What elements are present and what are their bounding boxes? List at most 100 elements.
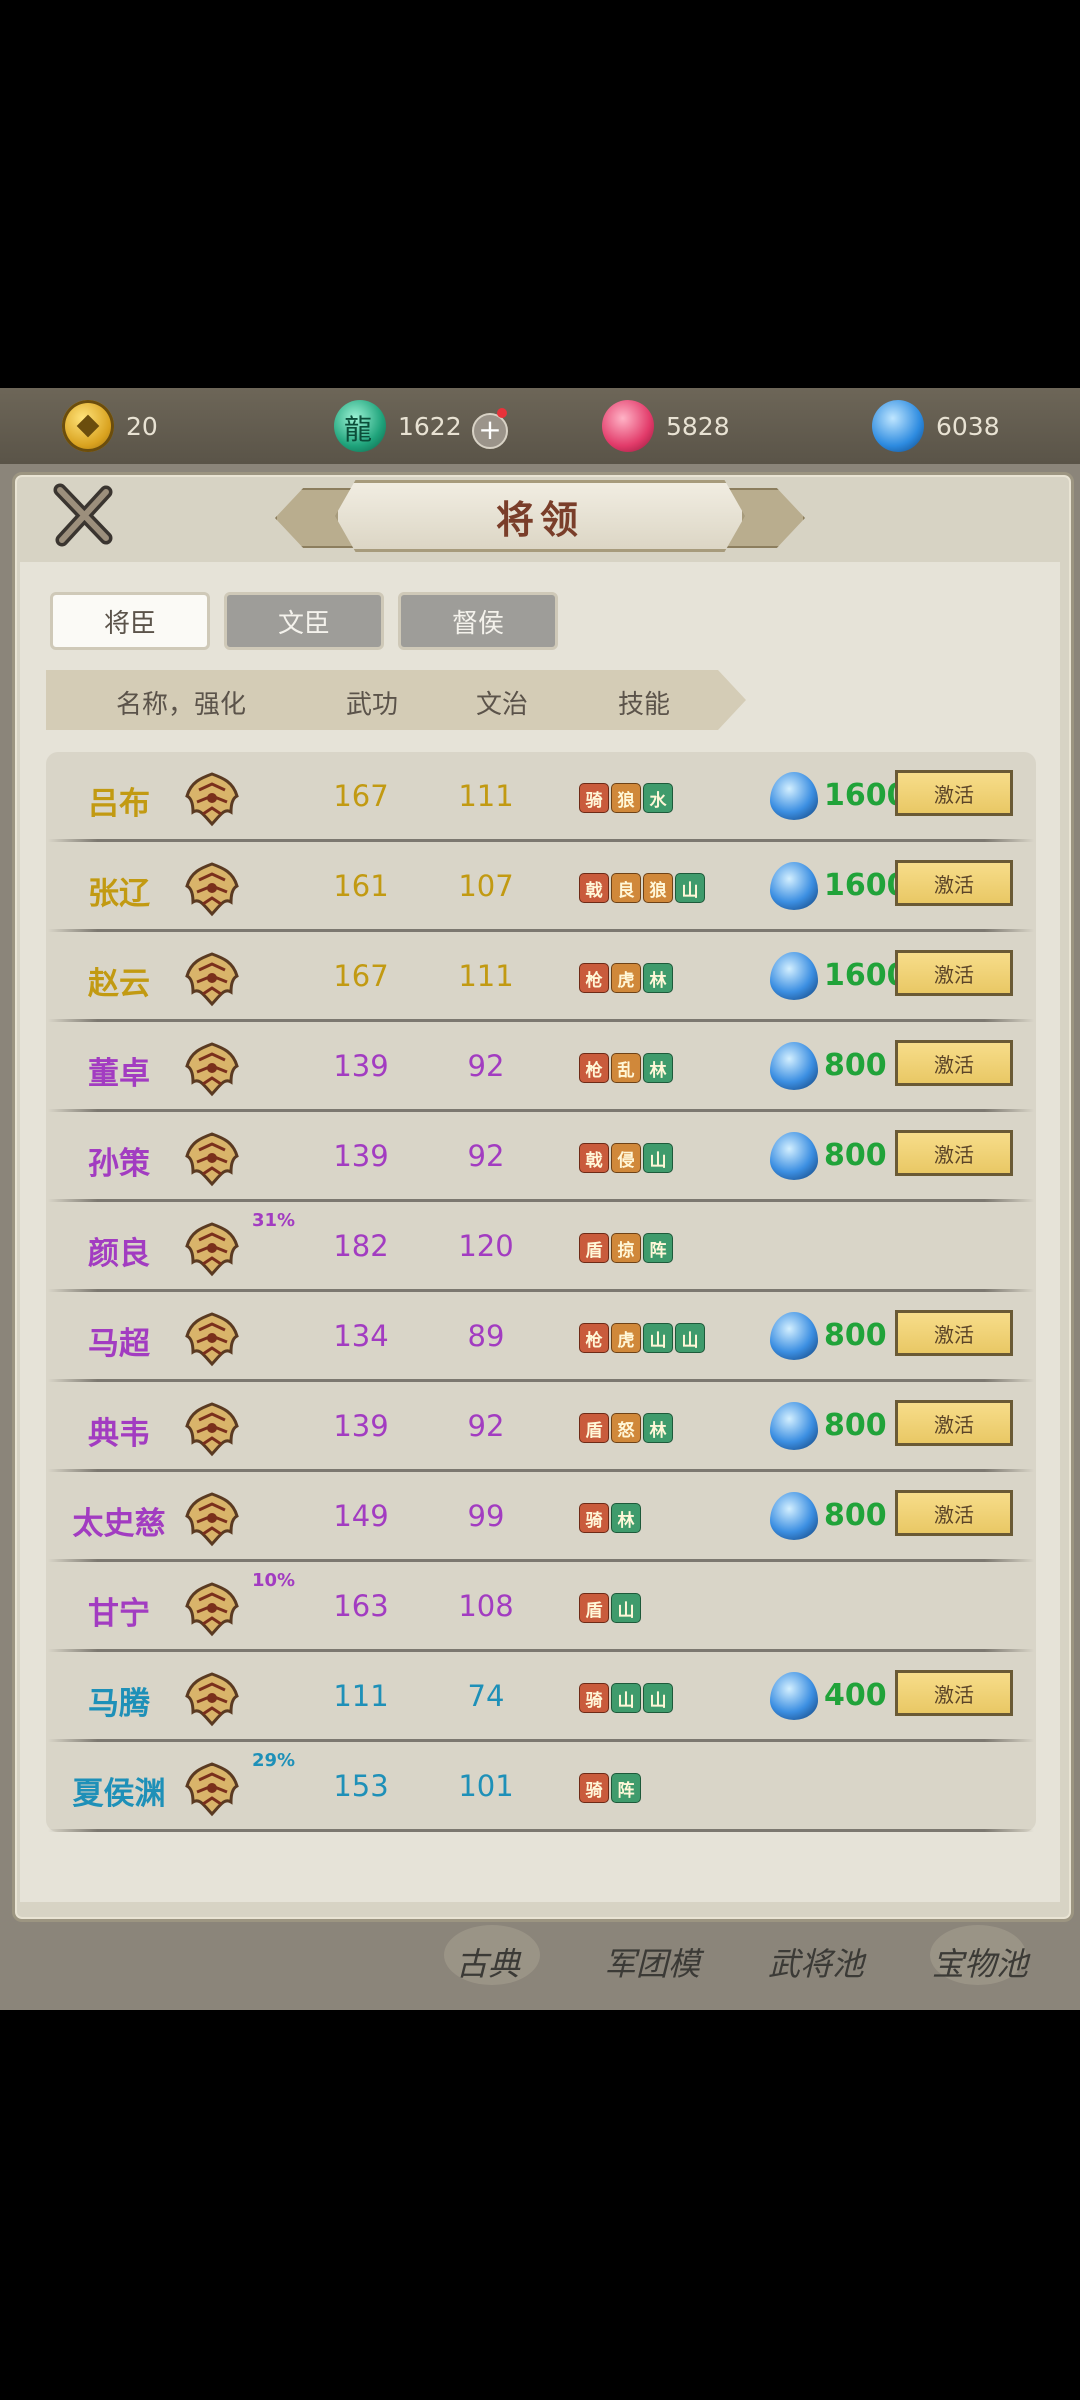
strengthen-emblem-icon [185,1222,239,1277]
wen-value: 92 [467,1409,505,1443]
blue-orb-icon [770,772,818,820]
skill-icon[interactable]: 骑 [579,1773,609,1803]
activation-cost: 800 [824,1138,887,1173]
general-row[interactable]: 颜良 31% 182 120 盾掠阵 [46,1202,1036,1292]
skill-icon[interactable]: 枪 [579,1053,609,1083]
general-name: 太史慈 [72,1506,166,1542]
general-row[interactable]: 马超 134 89 枪虎山山 800 激活 [46,1292,1036,1382]
activate-button[interactable]: 激活 [895,950,1013,996]
wu-value: 153 [333,1769,389,1803]
general-row[interactable]: 夏侯渊 29% 153 101 骑阵 [46,1742,1036,1832]
skill-icon[interactable]: 山 [611,1683,641,1713]
activate-button[interactable]: 激活 [895,1310,1013,1356]
skill-icon[interactable]: 盾 [579,1593,609,1623]
skill-icon[interactable]: 枪 [579,963,609,993]
skill-icon[interactable]: 阵 [643,1233,673,1263]
skill-icon[interactable]: 林 [643,1413,673,1443]
strengthen-percent: 10% [252,1570,296,1591]
skill-icon[interactable]: 山 [643,1683,673,1713]
skill-icon[interactable]: 盾 [579,1413,609,1443]
skill-icon[interactable]: 狼 [643,873,673,903]
activation-cost: 400 [824,1678,887,1713]
activation-cost: 800 [824,1048,887,1083]
activate-button[interactable]: 激活 [895,1400,1013,1446]
activate-button[interactable]: 激活 [895,1670,1013,1716]
skill-icons: 骑林 [579,1503,641,1533]
skill-icon[interactable]: 侵 [611,1143,641,1173]
skill-icon[interactable]: 林 [611,1503,641,1533]
wu-value: 149 [333,1499,389,1533]
blue-orb-icon [770,1132,818,1180]
wen-value: 92 [467,1139,505,1173]
wen-value: 111 [458,779,514,813]
tab-ministers[interactable]: 文臣 [224,592,384,650]
tab-governors[interactable]: 督侯 [398,592,558,650]
jade-resource: 1622 [334,400,462,452]
skill-icon[interactable]: 林 [643,1053,673,1083]
activate-button[interactable]: 激活 [895,1040,1013,1086]
skill-icon[interactable]: 山 [675,873,705,903]
close-icon[interactable] [50,482,116,548]
skill-icon[interactable]: 骑 [579,1503,609,1533]
activate-button[interactable]: 激活 [895,770,1013,816]
wu-value: 182 [333,1229,389,1263]
skill-icon[interactable]: 狼 [611,783,641,813]
nav-item-general-pool[interactable]: 武将池 [768,1939,864,1985]
header-name: 名称，强化 [116,690,247,720]
strengthen-emblem-icon [185,1312,239,1367]
skill-icons: 枪乱林 [579,1053,673,1083]
skill-icons: 骑山山 [579,1683,673,1713]
skill-icon[interactable]: 山 [675,1323,705,1353]
general-row[interactable]: 董卓 139 92 枪乱林 800 激活 [46,1022,1036,1112]
general-row[interactable]: 赵云 167 111 枪虎林 1600 激活 [46,932,1036,1022]
strengthen-emblem-icon [185,1672,239,1727]
wu-value: 111 [333,1679,389,1713]
skill-icon[interactable]: 戟 [579,1143,609,1173]
nav-item-classic[interactable]: 古典 [456,1939,520,1985]
add-jade-button[interactable]: + [472,413,508,449]
general-row[interactable]: 孙策 139 92 戟侵山 800 激活 [46,1112,1036,1202]
wu-value: 139 [333,1409,389,1443]
wu-value: 167 [333,779,389,813]
strengthen-emblem-icon [185,1132,239,1187]
panel-content: 将臣 文臣 督侯 名称，强化 武功 文治 技能 吕布 167 111 骑狼水 1600 激… [20,562,1060,1902]
skill-icon[interactable]: 骑 [579,783,609,813]
general-row[interactable]: 张辽 161 107 戟良狼山 1600 激活 [46,842,1036,932]
skill-icon[interactable]: 山 [643,1143,673,1173]
skill-icon[interactable]: 盾 [579,1233,609,1263]
general-row[interactable]: 甘宁 10% 163 108 盾山 [46,1562,1036,1652]
nav-item-treasure-pool[interactable]: 宝物池 [932,1939,1028,1985]
skill-icon[interactable]: 山 [611,1593,641,1623]
skill-icon[interactable]: 山 [643,1323,673,1353]
skill-icon[interactable]: 掠 [611,1233,641,1263]
activate-button[interactable]: 激活 [895,1490,1013,1536]
skill-icon[interactable]: 骑 [579,1683,609,1713]
general-row[interactable]: 太史慈 149 99 骑林 800 激活 [46,1472,1036,1562]
general-name: 典韦 [88,1416,150,1452]
general-row[interactable]: 吕布 167 111 骑狼水 1600 激活 [46,752,1036,842]
generals-list[interactable]: 吕布 167 111 骑狼水 1600 激活 张辽 161 107 戟良狼山 1600 激活 赵云 167… [46,752,1036,1832]
skill-icon[interactable]: 戟 [579,873,609,903]
skill-icon[interactable]: 水 [643,783,673,813]
activate-button[interactable]: 激活 [895,1130,1013,1176]
strengthen-emblem-icon [185,952,239,1007]
header-wen: 文治 [476,690,529,720]
activation-cost: 800 [824,1318,887,1353]
skill-icon[interactable]: 怒 [611,1413,641,1443]
activate-button[interactable]: 激活 [895,860,1013,906]
skill-icon[interactable]: 枪 [579,1323,609,1353]
strengthen-emblem-icon [185,1582,239,1637]
skill-icon[interactable]: 乱 [611,1053,641,1083]
general-name: 马超 [88,1326,150,1362]
general-row[interactable]: 马腾 111 74 骑山山 400 激活 [46,1652,1036,1742]
skill-icon[interactable]: 虎 [611,1323,641,1353]
general-row[interactable]: 典韦 139 92 盾怒林 800 激活 [46,1382,1036,1472]
nav-item-legion[interactable]: 军团模 [604,1939,700,1985]
wen-value: 108 [458,1589,514,1623]
skill-icon[interactable]: 林 [643,963,673,993]
skill-icon[interactable]: 阵 [611,1773,641,1803]
skill-icon[interactable]: 虎 [611,963,641,993]
wu-value: 167 [333,959,389,993]
tab-generals[interactable]: 将臣 [50,592,210,650]
skill-icon[interactable]: 良 [611,873,641,903]
